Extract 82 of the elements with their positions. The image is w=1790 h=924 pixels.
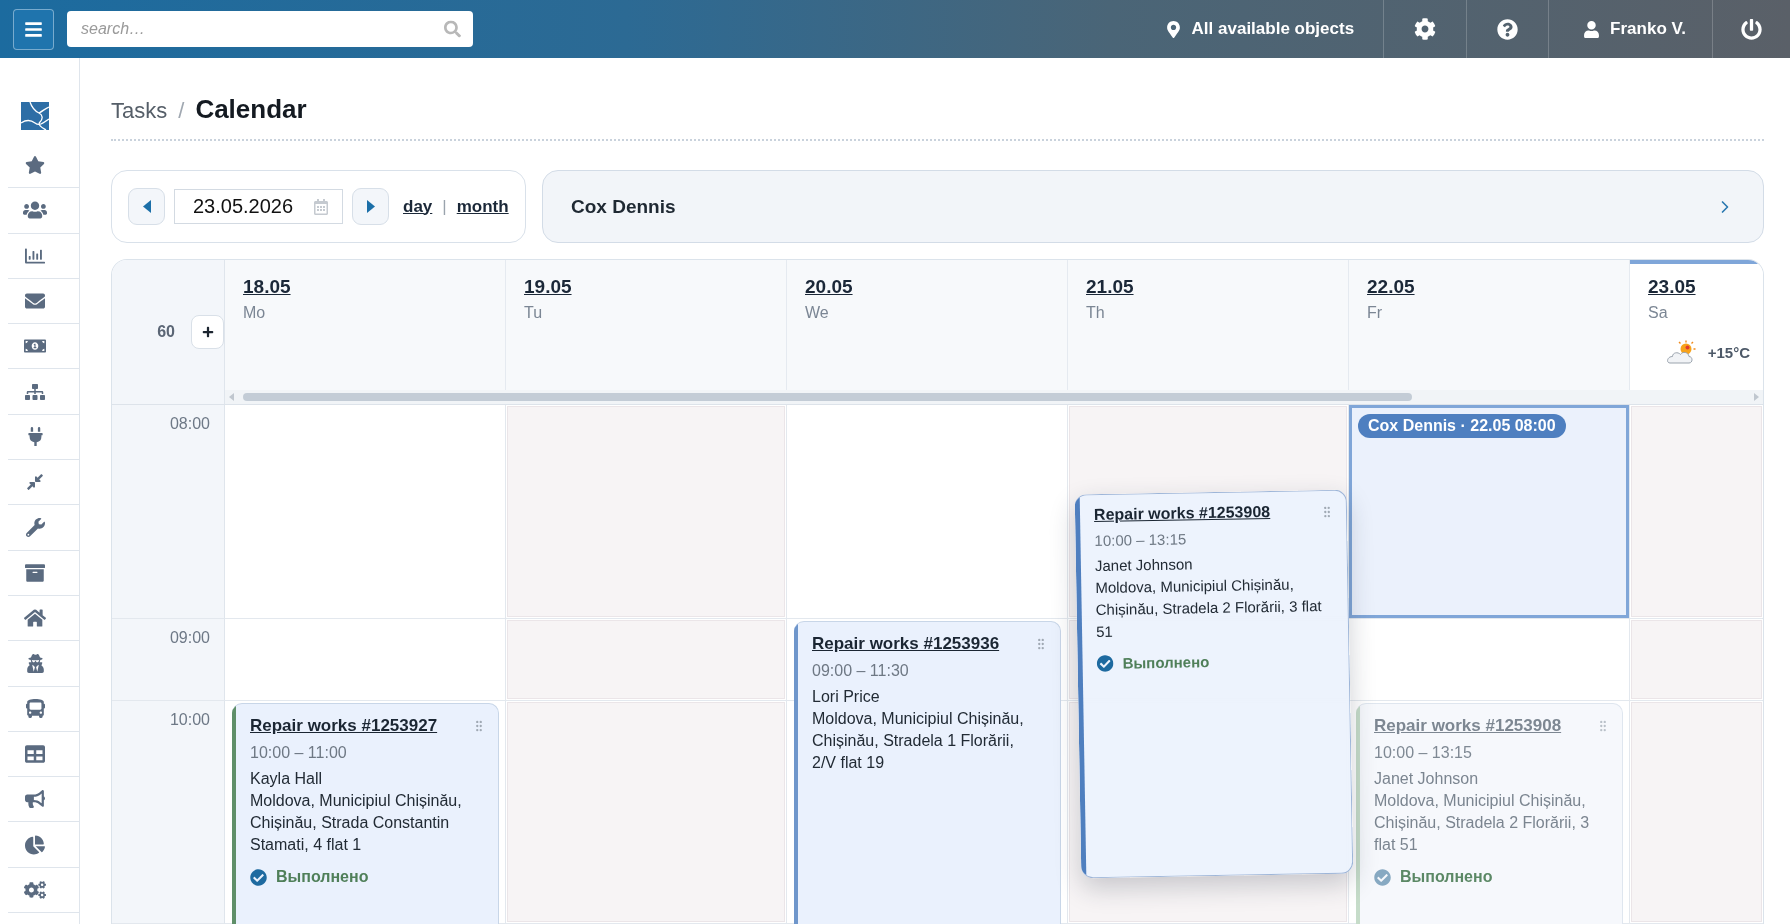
weekday-label: We (805, 304, 829, 322)
date-link[interactable]: 22.05 (1367, 275, 1415, 299)
settings-icon (1414, 18, 1437, 40)
person-in-hat-icon (25, 653, 45, 673)
weekday-label: Tu (524, 304, 543, 322)
date-link[interactable]: 20.05 (805, 275, 853, 299)
task-title-link[interactable]: Repair works #1253908 (1093, 503, 1271, 525)
map-pin-icon (1164, 20, 1182, 38)
star-icon (25, 155, 45, 176)
task-time: 09:00 – 11:30 (812, 662, 910, 680)
help-icon (1497, 18, 1519, 40)
bus-icon (25, 699, 45, 719)
slot-label: Cox Dennis · 22.05 08:00 (1358, 414, 1566, 438)
menu-button[interactable] (13, 8, 54, 50)
table-icon (25, 744, 45, 764)
page-title: Calendar (195, 94, 307, 124)
house-icon (24, 607, 46, 630)
task-address: Moldova, Municipiul Chișinău, Chișinău, Stradela 1 Florării, 2/V flat 19 (812, 709, 1025, 773)
pie-chart-icon (25, 834, 45, 855)
task-card[interactable]: Repair works #1253936 09:00 – 11:30 Lori Price Moldova, Municipiul Chișinău, Chișinău, Stradela 1 Florării, 2/V flat 19 (794, 621, 1061, 924)
wrench-icon (25, 518, 45, 537)
task-address: Moldova, Municipiul Chișinău, Chișinău, Stradela 2 Florării, 3 flat 51 (1095, 574, 1323, 643)
caret-right-icon (366, 200, 375, 213)
user-icon (1583, 20, 1601, 38)
sitemap-icon (25, 381, 45, 402)
customer-name: Janet Johnson (1374, 769, 1480, 789)
time-label: 09:00 (169, 629, 210, 647)
date-link[interactable]: 23.05 (1648, 275, 1696, 299)
weekday-label: Th (1086, 304, 1105, 322)
customer-name: Kayla Hall (250, 769, 324, 789)
menu-icon (24, 19, 43, 39)
calendar-icon (313, 198, 329, 215)
assignee-selector[interactable]: Cox Dennis (542, 170, 1764, 243)
weekday-label: Fr (1367, 304, 1383, 322)
date-field[interactable]: 23.05.2026 (174, 189, 343, 224)
view-separator: | (442, 196, 447, 217)
compress-arrows-icon (26, 473, 44, 492)
task-title-link[interactable]: Repair works #1253936 (812, 634, 1000, 654)
date-link[interactable]: 18.05 (243, 275, 291, 299)
previous-button[interactable] (128, 188, 165, 225)
horizontal-scrollbar[interactable] (225, 390, 1763, 404)
task-title-link[interactable]: Repair works #1253927 (250, 716, 438, 736)
slot-length-label: 60 (157, 323, 175, 341)
task-status: Выполнено (1122, 653, 1210, 672)
power-icon (1741, 18, 1762, 40)
archive-box-icon (25, 562, 45, 583)
user-menu[interactable]: Franko V. (1548, 0, 1712, 58)
ghost-task-card[interactable]: Repair works #1253908 10:00 – 13:15 Janet Johnson Moldova, Municipiul Chișinău, Chișinău, Stradela 2 Florării, 3 flat 51 Выполнено (1356, 703, 1623, 924)
plus-icon (201, 326, 214, 338)
gears-icon (24, 878, 46, 901)
breadcrumb-separator: / (178, 97, 185, 125)
search-icon (444, 20, 461, 38)
date-link[interactable]: 19.05 (524, 275, 572, 299)
temperature-label: +15°C (1707, 343, 1750, 361)
task-time: 10:00 – 13:15 (1094, 529, 1188, 550)
weekday-label: Mo (243, 304, 266, 322)
view-link[interactable]: month (456, 196, 509, 217)
weekday-label: Sa (1648, 304, 1668, 322)
megaphone-icon (25, 789, 45, 810)
customer-name: Janet Johnson (1094, 554, 1194, 577)
breadcrumb-link[interactable]: Tasks (111, 96, 168, 126)
task-address: Moldova, Municipiul Chișinău, Chișinău, Stradela 2 Florării, 3 flat 51 (1374, 791, 1591, 855)
task-status: Выполнено (276, 868, 369, 886)
add-button[interactable] (191, 315, 224, 349)
envelope-icon (25, 291, 45, 312)
task-address: Moldova, Municipiul Chișinău, Chișinău, Strada Constantin Stamati, 4 flat 1 (250, 791, 463, 855)
date-link[interactable]: 21.05 (1086, 275, 1134, 299)
time-label: 10:00 (169, 711, 210, 729)
task-time: 10:00 – 11:00 (250, 744, 348, 762)
plug-icon (25, 427, 45, 447)
task-time: 10:00 – 13:15 (1374, 744, 1473, 762)
next-button[interactable] (352, 188, 389, 225)
app-logo (21, 102, 49, 130)
location-selector[interactable]: All available objects (1164, 0, 1384, 58)
customer-name: Lori Price (812, 687, 881, 707)
task-status: Выполнено (1400, 868, 1493, 886)
view-link[interactable]: day (403, 196, 433, 217)
time-label: 08:00 (169, 415, 210, 433)
task-card[interactable]: Repair works #1253927 10:00 – 11:00 Kayla Hall Moldova, Municipiul Chișinău, Chișinău, Strada Constantin Stamati, 4 flat 1 Выполнено (232, 703, 499, 924)
caret-left-icon (142, 200, 151, 213)
dragged-task-card[interactable]: Repair works #1253908 10:00 – 13:15 Janet Johnson Moldova, Municipiul Chișinău, Chișinău, Stradela 2 Florării, 3 flat 51 Выполнено (1074, 489, 1354, 879)
search-field[interactable]: search… (67, 11, 473, 47)
